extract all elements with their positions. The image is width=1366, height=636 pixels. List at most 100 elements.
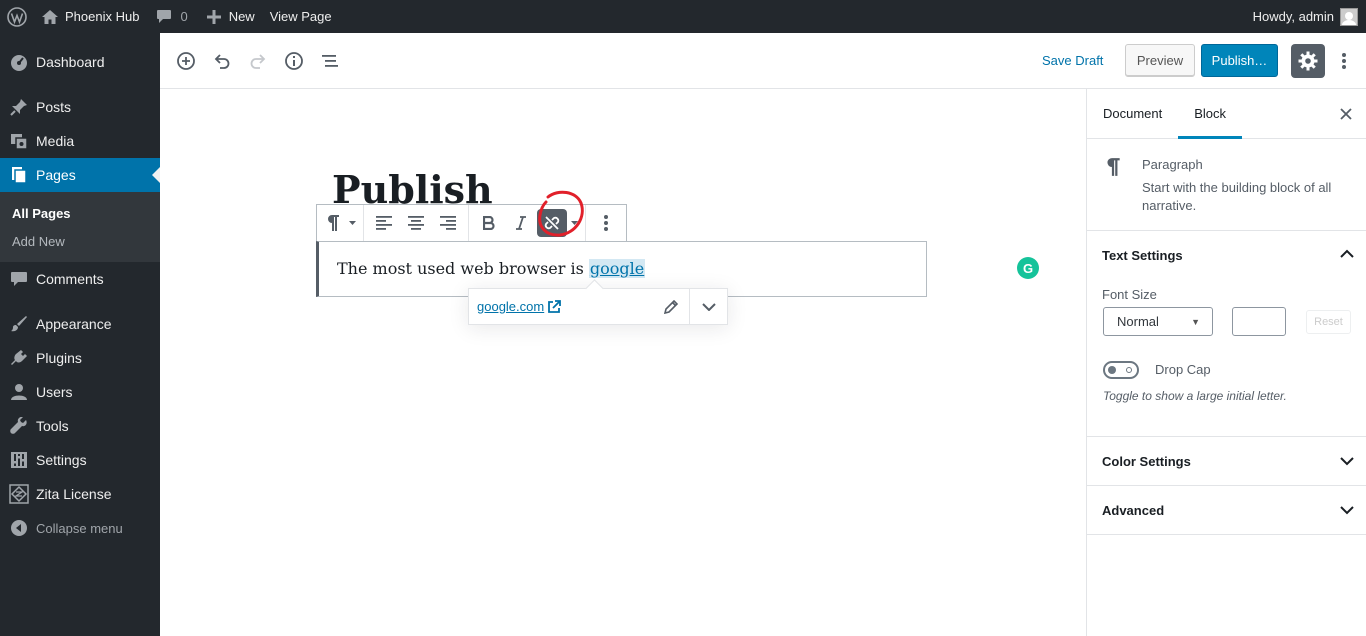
block-more-options-button[interactable] <box>590 207 622 239</box>
tab-document[interactable]: Document <box>1087 89 1178 139</box>
post-title[interactable]: Publish <box>332 167 493 209</box>
align-center-icon <box>408 216 424 230</box>
font-size-select[interactable]: Normal ▼ <box>1103 307 1213 336</box>
comment-icon <box>9 269 29 289</box>
view-page-link[interactable]: View Page <box>262 0 339 33</box>
text-settings-body: Font Size Normal ▼ Reset Drop Cap Toggle… <box>1087 279 1366 436</box>
brush-icon <box>9 314 29 334</box>
sidebar-item-plugins[interactable]: Plugins <box>0 341 160 375</box>
sidebar-item-label: Dashboard <box>36 54 105 70</box>
publish-button[interactable]: Publish… <box>1201 44 1278 77</box>
align-right-button[interactable] <box>432 207 464 239</box>
wordpress-logo-icon[interactable] <box>0 0 34 33</box>
grammarly-icon[interactable]: G <box>1017 257 1039 279</box>
drop-cap-toggle[interactable] <box>1103 361 1139 379</box>
advanced-toggle[interactable]: Advanced <box>1087 486 1366 534</box>
bold-button[interactable] <box>473 207 505 239</box>
site-name-link[interactable]: Phoenix Hub <box>34 0 146 33</box>
sidebar-item-settings[interactable]: Settings <box>0 443 160 477</box>
caret-down-icon: ▼ <box>1191 317 1200 327</box>
italic-icon <box>516 216 526 230</box>
my-account-link[interactable]: Howdy, admin <box>1246 0 1366 33</box>
settings-icon <box>9 450 29 470</box>
align-left-button[interactable] <box>368 207 400 239</box>
sidebar-item-label: Posts <box>36 99 72 115</box>
sidebar-item-appearance[interactable]: Appearance <box>0 307 160 341</box>
sidebar-item-label: Media <box>36 133 75 149</box>
drop-cap-label: Drop Cap <box>1155 362 1211 377</box>
sidebar-item-posts[interactable]: Posts <box>0 90 160 124</box>
pages-icon <box>9 165 29 185</box>
more-tools-button[interactable] <box>1334 44 1354 78</box>
site-name: Phoenix Hub <box>65 9 140 24</box>
comments-link[interactable]: 0 <box>146 0 194 33</box>
new-label: New <box>228 9 255 24</box>
comments-count: 0 <box>180 9 188 24</box>
block-navigation-button[interactable] <box>312 43 348 79</box>
sidebar-item-zita-license[interactable]: Zita License <box>0 477 160 511</box>
undo-button[interactable] <box>204 43 240 79</box>
sidebar-item-users[interactable]: Users <box>0 375 160 409</box>
sidebar-item-label: Comments <box>36 271 104 287</box>
editor-canvas: Publish The most used web browser is goo… <box>160 89 1086 636</box>
link-popover: google.com <box>468 288 728 325</box>
color-settings-panel: Color Settings <box>1087 437 1366 486</box>
plus-circle-icon <box>177 51 195 70</box>
block-switcher-dropdown-arrow[interactable] <box>345 207 359 239</box>
link-url-text: google.com <box>477 299 545 314</box>
admin-sidebar: Dashboard Posts Media Pages All Pages Ad… <box>0 33 160 636</box>
close-icon <box>1340 108 1352 120</box>
pages-submenu: All Pages Add New <box>0 192 160 262</box>
custom-font-size-input[interactable] <box>1232 307 1286 336</box>
chevron-up-icon <box>1340 249 1354 258</box>
new-content-link[interactable]: New <box>195 0 262 33</box>
block-card-title: Paragraph <box>1142 157 1203 172</box>
collapse-menu-button[interactable]: Collapse menu <box>0 511 160 545</box>
paragraph-text[interactable]: The most used web browser is google <box>337 259 646 278</box>
tab-block[interactable]: Block <box>1178 89 1243 139</box>
paragraph-link[interactable]: google <box>588 259 646 278</box>
block-switcher-group <box>317 205 364 241</box>
submenu-add-new[interactable]: Add New <box>0 227 160 255</box>
redo-button[interactable] <box>240 43 276 79</box>
chevron-down-icon <box>701 302 716 311</box>
align-right-icon <box>440 216 456 230</box>
text-settings-toggle[interactable]: Text Settings <box>1087 231 1366 279</box>
edit-link-button[interactable] <box>653 289 689 325</box>
add-block-button[interactable] <box>168 43 204 79</box>
block-card: Paragraph Start with the building block … <box>1087 139 1366 231</box>
annotation-circle <box>538 190 584 237</box>
text-settings-title: Text Settings <box>1102 247 1183 263</box>
color-settings-toggle[interactable]: Color Settings <box>1087 437 1366 485</box>
align-center-button[interactable] <box>400 207 432 239</box>
wrench-icon <box>9 416 29 436</box>
color-settings-title: Color Settings <box>1102 453 1191 469</box>
editor-header-toolbar: Save Draft Preview Publish… <box>160 33 1366 89</box>
chevron-down-icon <box>1340 457 1354 466</box>
preview-button[interactable]: Preview <box>1125 44 1195 77</box>
admin-bar: Phoenix Hub 0 New View Page Howdy, admin <box>0 0 1366 33</box>
paragraph-block-switcher[interactable] <box>321 207 345 239</box>
howdy-text: Howdy, admin <box>1252 9 1334 24</box>
close-settings-button[interactable] <box>1336 104 1356 124</box>
content-info-button[interactable] <box>276 43 312 79</box>
chevron-down-icon <box>1340 506 1354 515</box>
sidebar-item-media[interactable]: Media <box>0 124 160 158</box>
sidebar-item-label: Users <box>36 384 73 400</box>
save-draft-button[interactable]: Save Draft <box>1042 53 1103 68</box>
drop-cap-help: Toggle to show a large initial letter. <box>1103 389 1287 403</box>
collapse-menu-label: Collapse menu <box>36 520 123 536</box>
font-size-reset-button[interactable]: Reset <box>1306 310 1351 334</box>
sidebar-item-pages[interactable]: Pages <box>0 158 160 192</box>
submenu-all-pages[interactable]: All Pages <box>0 199 160 227</box>
sidebar-item-dashboard[interactable]: Dashboard <box>0 45 160 79</box>
gear-icon <box>1298 51 1318 71</box>
settings-toggle-button[interactable] <box>1291 44 1325 78</box>
sidebar-item-tools[interactable]: Tools <box>0 409 160 443</box>
collapse-arrow-icon <box>9 518 29 538</box>
sidebar-item-label: Tools <box>36 418 69 434</box>
text-settings-panel: Text Settings Font Size Normal ▼ Reset D… <box>1087 231 1366 437</box>
link-url[interactable]: google.com <box>477 299 562 314</box>
link-settings-toggle[interactable] <box>689 288 727 325</box>
sidebar-item-comments[interactable]: Comments <box>0 262 160 296</box>
